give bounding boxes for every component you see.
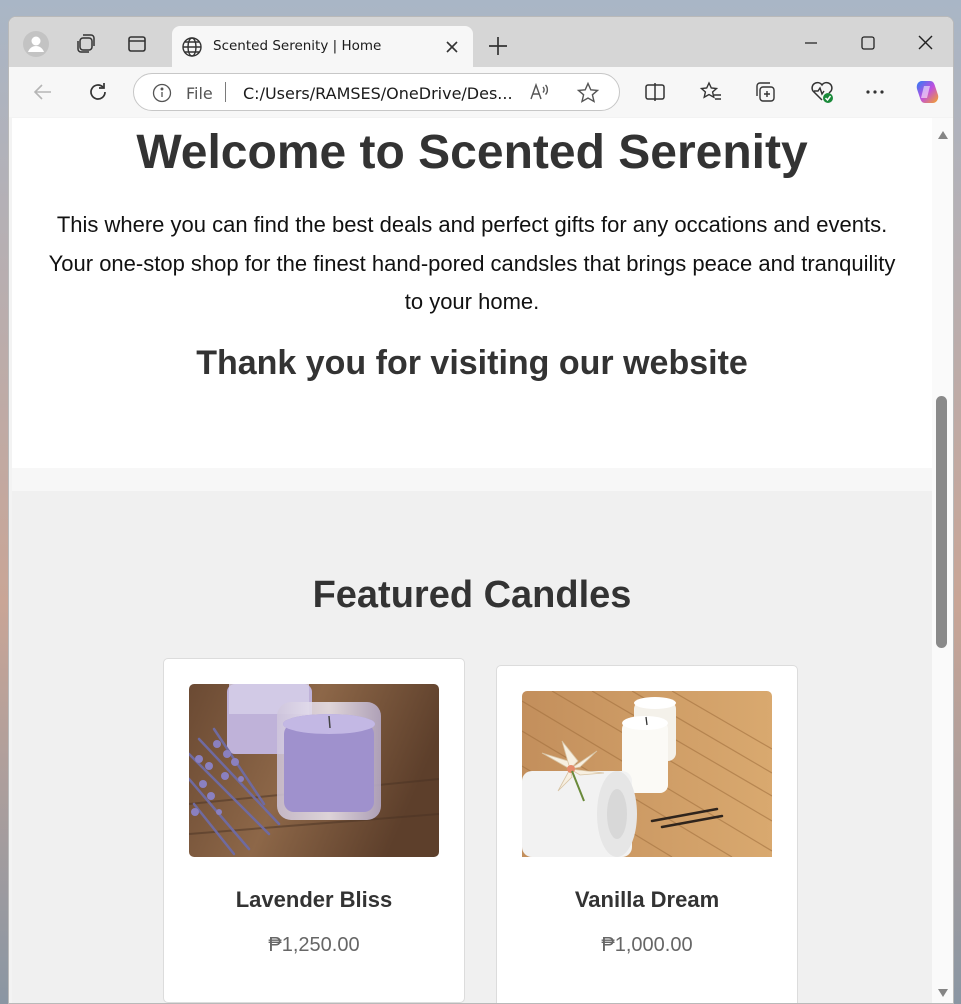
split-screen-icon[interactable] (641, 78, 669, 106)
scroll-down-icon[interactable] (937, 985, 949, 1003)
product-card[interactable]: Vanilla Dream ₱1,000.00 (496, 665, 798, 1003)
address-url[interactable]: C:/Users/RAMSES/OneDrive/Des... (243, 84, 513, 103)
favorites-icon[interactable] (697, 78, 725, 106)
product-card[interactable]: Lavender Bliss ₱1,250.00 (163, 658, 465, 1003)
product-image-vanilla[interactable] (522, 691, 772, 864)
workspaces-icon[interactable] (70, 29, 100, 59)
tab-title: Scented Serenity | Home (213, 38, 382, 54)
scrollbar-thumb[interactable] (936, 396, 947, 648)
profile-icon[interactable] (21, 29, 51, 59)
collections-icon[interactable] (752, 78, 780, 106)
address-scheme: File (186, 84, 213, 103)
vertical-tabs-icon[interactable] (122, 29, 152, 59)
vertical-scrollbar[interactable] (932, 118, 953, 1003)
more-icon[interactable] (861, 78, 889, 106)
hero-subtitle: Thank you for visiting our website (196, 344, 748, 382)
hero-text: This where you can find the best deals a… (48, 212, 896, 314)
featured-title: Featured Candles (312, 574, 632, 616)
scroll-up-icon[interactable] (937, 127, 949, 145)
minimize-icon[interactable] (798, 31, 824, 57)
section-divider (12, 468, 932, 491)
info-icon[interactable] (152, 83, 172, 108)
browser-toolbar: File C:/Users/RAMSES/OneDrive/Des... (9, 67, 953, 117)
refresh-icon[interactable] (84, 78, 112, 106)
featured-section: Featured Candles Lavender Bliss ₱1,250.0… (12, 491, 932, 1003)
hero-title: Welcome to Scented Serenity (136, 126, 808, 179)
close-window-icon[interactable] (913, 31, 939, 57)
read-aloud-icon[interactable] (528, 81, 550, 108)
browser-essentials-icon[interactable] (808, 78, 836, 106)
tab-strip: Scented Serenity | Home (9, 17, 953, 67)
maximize-icon[interactable] (855, 31, 881, 57)
back-icon[interactable] (29, 78, 57, 106)
product-price: ₱1,250.00 (268, 934, 360, 956)
browser-window: Scented Serenity | Home File C:/Users/RA… (8, 16, 954, 1004)
product-name[interactable]: Vanilla Dream (497, 887, 797, 913)
copilot-icon[interactable] (913, 78, 941, 106)
plus-icon[interactable] (485, 33, 511, 59)
product-name[interactable]: Lavender Bliss (164, 887, 464, 913)
page-viewport: Welcome to Scented Serenity This where y… (12, 118, 932, 1003)
address-bar[interactable]: File C:/Users/RAMSES/OneDrive/Des... (133, 73, 620, 111)
close-icon[interactable] (442, 37, 462, 57)
hero-section: Welcome to Scented Serenity This where y… (12, 118, 932, 468)
favorite-star-icon[interactable] (576, 81, 600, 110)
address-separator (225, 82, 226, 102)
tab-active[interactable]: Scented Serenity | Home (172, 26, 473, 67)
product-image-lavender[interactable] (189, 684, 439, 857)
globe-icon (181, 36, 203, 63)
product-price: ₱1,000.00 (601, 934, 693, 956)
